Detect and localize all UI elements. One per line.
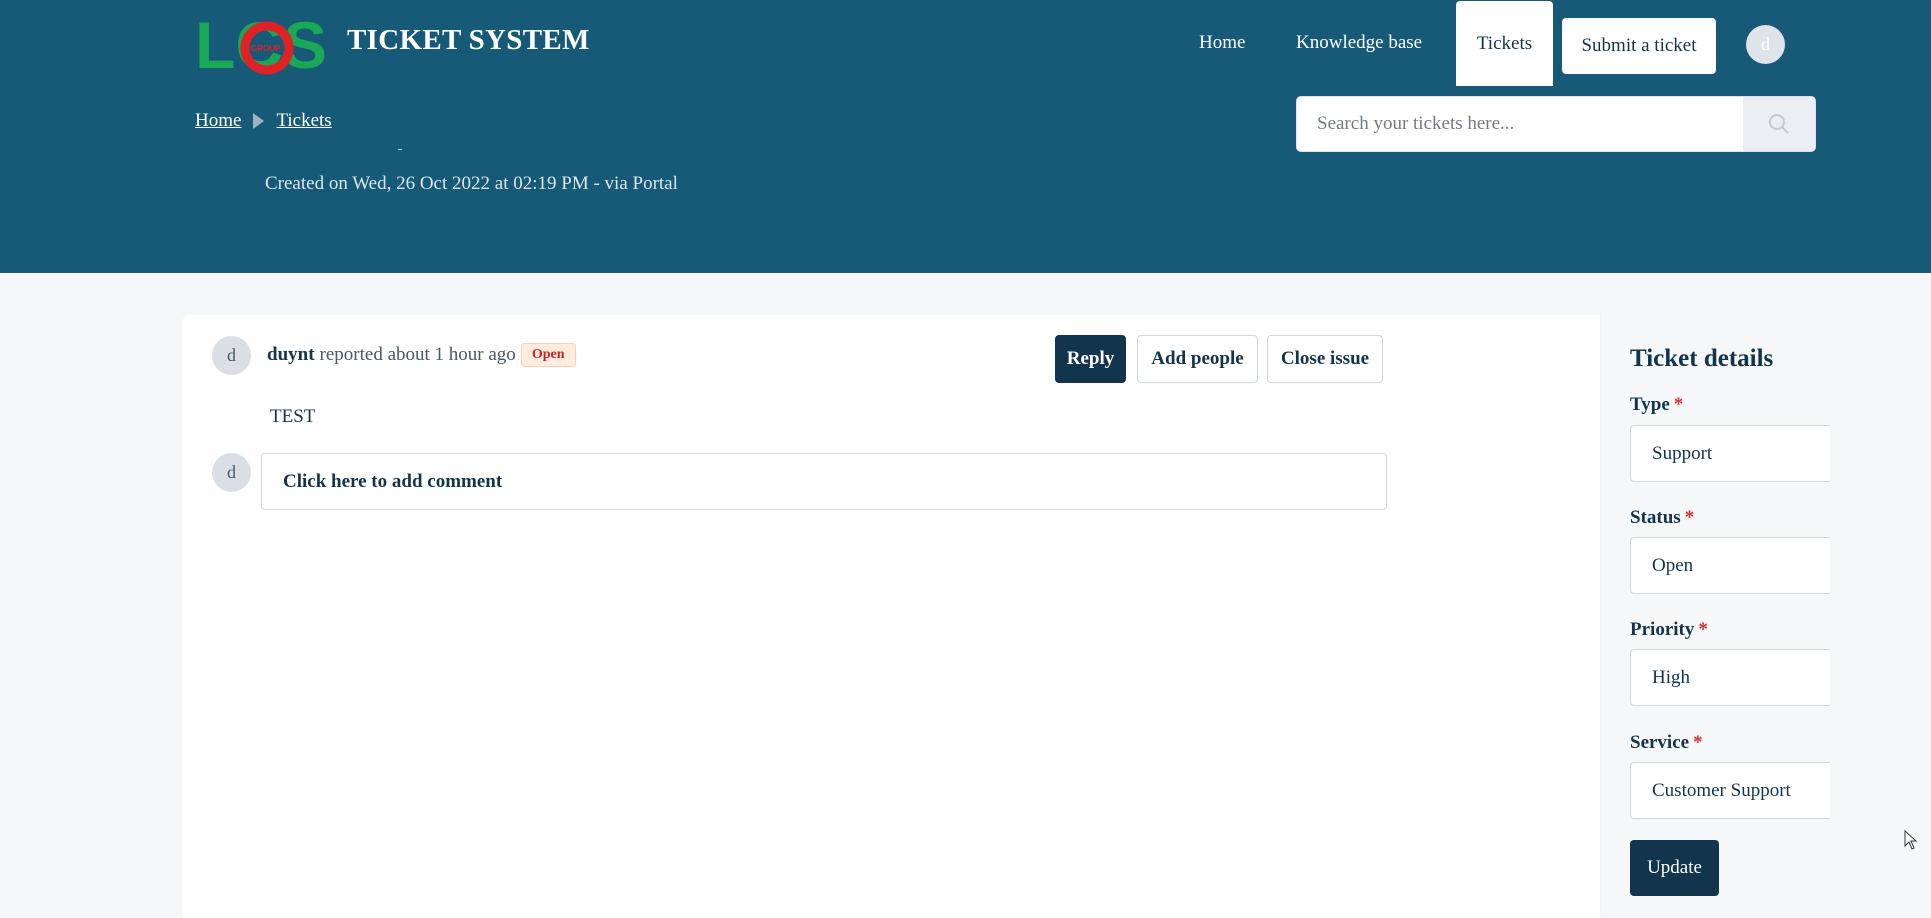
divider	[398, 149, 402, 150]
service-value: Customer Support	[1652, 779, 1791, 801]
search-icon	[1769, 114, 1789, 134]
chevron-right-icon	[253, 113, 265, 129]
status-label: Status *	[1630, 507, 1695, 528]
type-value: Support	[1652, 442, 1713, 464]
breadcrumb-tickets[interactable]: Tickets	[276, 110, 331, 132]
ticket-created-info: Created on Wed, 26 Oct 2022 at 02:19 PM …	[265, 173, 678, 194]
reporter-name[interactable]: duynt	[267, 344, 315, 366]
ticket-details-title: Ticket details	[1630, 345, 1774, 372]
nav-tickets[interactable]: Tickets	[1456, 1, 1553, 86]
submit-ticket-button[interactable]: Submit a ticket	[1562, 18, 1716, 74]
reported-time: reported about 1 hour ago	[319, 344, 516, 365]
type-select[interactable]: Support	[1630, 425, 1830, 482]
svg-text:GROUP: GROUP	[251, 44, 281, 53]
status-select[interactable]: Open	[1630, 537, 1830, 594]
reply-button[interactable]: Reply	[1055, 335, 1126, 383]
mouse-cursor-icon	[1904, 830, 1918, 850]
add-people-button[interactable]: Add people	[1137, 335, 1258, 383]
reporter-line: duynt reported about 1 hour ago Open	[267, 343, 576, 367]
search-input[interactable]	[1297, 97, 1743, 151]
breadcrumb: Home Tickets	[195, 110, 332, 132]
search-bar	[1296, 96, 1816, 152]
reporter-avatar: d	[212, 336, 251, 375]
update-button[interactable]: Update	[1630, 840, 1719, 896]
user-avatar[interactable]: d	[1746, 25, 1785, 64]
priority-value: High	[1652, 666, 1690, 688]
close-issue-button[interactable]: Close issue	[1267, 335, 1383, 383]
priority-label: Priority *	[1630, 619, 1708, 640]
service-label: Service *	[1630, 732, 1703, 753]
service-select[interactable]: Customer Support	[1630, 762, 1830, 819]
type-label: Type *	[1630, 394, 1684, 415]
ticket-details-panel: Ticket details Type * Support Status * Ope…	[1600, 315, 1830, 918]
priority-select[interactable]: High	[1630, 649, 1830, 706]
breadcrumb-home[interactable]: Home	[195, 110, 241, 132]
status-value: Open	[1652, 554, 1694, 576]
nav-knowledge-base[interactable]: Knowledge base	[1296, 0, 1422, 86]
commenter-avatar: d	[212, 453, 251, 492]
add-comment-input[interactable]: Click here to add comment	[261, 453, 1387, 510]
status-badge: Open	[520, 343, 576, 367]
top-header: LCS GROUP TICKET SYSTEM Home Knowledge b…	[0, 0, 1931, 273]
ticket-body: TEST	[270, 406, 316, 427]
brand-title: TICKET SYSTEM	[347, 24, 590, 56]
search-button[interactable]	[1743, 97, 1815, 151]
ticket-card: d duynt reported about 1 hour ago Open R…	[182, 315, 1830, 918]
nav-home[interactable]: Home	[1199, 0, 1245, 86]
lcs-logo[interactable]: LCS GROUP	[195, 12, 340, 76]
